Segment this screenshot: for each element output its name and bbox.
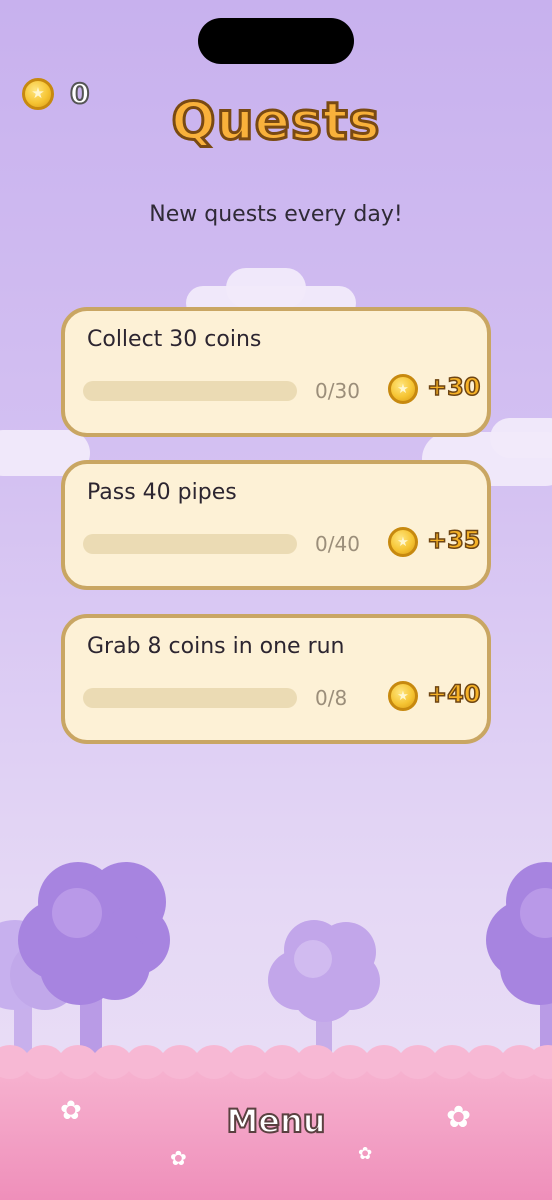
quest-progress-bar — [83, 688, 297, 708]
quest-card: Pass 40 pipes 0/40 ★ +35 — [61, 460, 491, 590]
page-subtitle: New quests every day! — [149, 202, 403, 227]
quest-progress-text: 0/8 — [315, 686, 348, 710]
quest-progress-bar — [83, 534, 297, 554]
coin-icon: ★ — [388, 527, 418, 557]
quest-reward: +40 — [426, 679, 481, 709]
quest-card: Collect 30 coins 0/30 ★ +30 — [61, 307, 491, 437]
coin-icon: ★ — [388, 374, 418, 404]
page-title: Quests — [170, 91, 381, 154]
coin-icon: ★ — [388, 681, 418, 711]
flower-icon: ✿ — [170, 1146, 187, 1170]
quest-title: Collect 30 coins — [87, 327, 262, 352]
quest-progress-text: 0/40 — [315, 532, 360, 556]
cloud — [226, 268, 306, 308]
quest-reward: +35 — [426, 525, 481, 555]
quest-reward: +30 — [426, 372, 481, 402]
device-notch — [198, 18, 354, 64]
quest-card: Grab 8 coins in one run 0/8 ★ +40 — [61, 614, 491, 744]
cloud — [490, 418, 552, 458]
quest-title: Grab 8 coins in one run — [87, 634, 345, 659]
menu-button[interactable]: Menu — [0, 1101, 552, 1141]
quest-progress-text: 0/30 — [315, 379, 360, 403]
quest-progress-bar — [83, 381, 297, 401]
flower-icon: ✿ — [358, 1144, 373, 1164]
quest-title: Pass 40 pipes — [87, 480, 237, 505]
